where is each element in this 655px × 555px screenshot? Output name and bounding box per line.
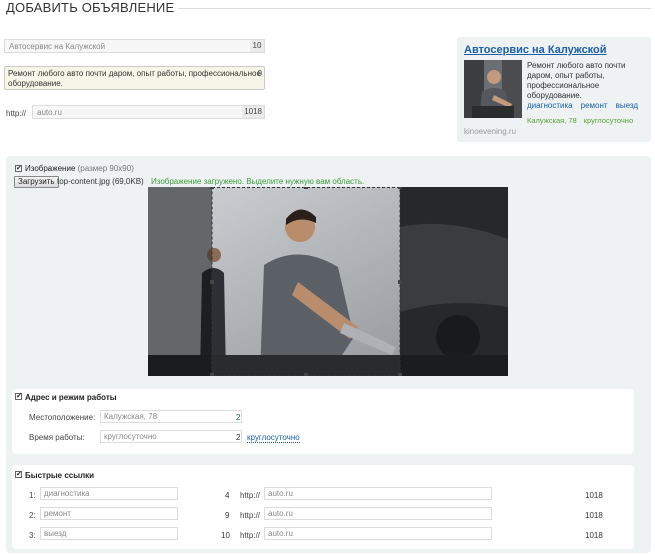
quick-links-label-text: Быстрые ссылки: [25, 471, 95, 480]
hours-input[interactable]: круглосуточно: [100, 430, 242, 443]
crop-image-area[interactable]: [148, 187, 508, 376]
location-input[interactable]: Калужская, 78: [100, 410, 242, 423]
image-checkbox[interactable]: ✔: [15, 165, 22, 172]
quick-link-index: 3:: [29, 531, 36, 540]
ad-description-input[interactable]: Ремонт любого авто почти даром, опыт раб…: [4, 66, 265, 90]
location-label: Местоположение:: [29, 413, 96, 422]
preview-quick-links: диагностика ремонт выезд: [527, 101, 646, 110]
upload-status-message: Изображение загружено. Выделите нужную в…: [151, 177, 365, 186]
check-icon: ✔: [16, 393, 22, 400]
ad-title-input[interactable]: Автосервис на Калужской 10: [4, 39, 265, 53]
preview-link-2[interactable]: ремонт: [581, 101, 608, 110]
image-section-label: Изображение (размер 90x90): [25, 164, 134, 173]
hours-label: Время работы:: [29, 433, 85, 442]
uploaded-file-name: top-content.jpg (69,0KB): [57, 177, 144, 186]
url-counter: 1018: [242, 106, 264, 118]
ad-title-counter: 10: [250, 40, 264, 52]
preview-title-link[interactable]: Автосервис на Калужской: [464, 44, 607, 56]
quick-link-url-counter: 1018: [585, 531, 603, 540]
image-label-text: Изображение: [25, 164, 76, 173]
quick-link-http-label: http://: [240, 491, 261, 500]
page-title: ДОБАВИТЬ ОБЪЯВЛЕНИЕ: [6, 0, 175, 15]
quick-link-counter: 4: [225, 491, 230, 500]
hours-value: круглосуточно: [104, 432, 157, 441]
quick-link-url: auto.ru: [268, 529, 293, 538]
preview-thumbnail: [464, 60, 522, 118]
quick-link-url: auto.ru: [268, 509, 293, 518]
quick-links-section-label: Быстрые ссылки: [25, 471, 94, 480]
address-checkbox[interactable]: ✔: [15, 393, 22, 400]
preview-address: Калужская, 78: [527, 116, 577, 125]
upload-button[interactable]: Загрузить: [14, 176, 59, 188]
quick-link-text: диагностика: [44, 489, 90, 498]
quick-link-text-input[interactable]: диагностика: [40, 487, 178, 500]
mechanic-photo: [148, 187, 508, 376]
title-divider: [178, 8, 651, 9]
hours-counter: 2: [236, 433, 241, 442]
hours-preset-link[interactable]: круглосуточно: [247, 433, 300, 443]
image-size-hint: (размер 90x90): [77, 164, 134, 173]
quick-link-text: ремонт: [44, 509, 71, 518]
quick-link-index: 2:: [29, 511, 36, 520]
address-label-text: Адрес и режим работы: [25, 393, 117, 402]
location-value: Калужская, 78: [104, 412, 158, 421]
preview-domain: kinoevening.ru: [464, 127, 517, 136]
preview-photo-icon: [464, 60, 522, 118]
url-value: auto.ru: [37, 108, 62, 117]
quick-link-counter: 9: [225, 511, 230, 520]
quick-link-index: 1:: [29, 491, 36, 500]
preview-hours: круглосуточно: [583, 116, 634, 125]
quick-link-url-input[interactable]: auto.ru: [264, 487, 492, 500]
location-counter: 2: [236, 413, 241, 422]
quick-link-text: выезд: [44, 529, 67, 538]
quick-links-checkbox[interactable]: ✔: [15, 471, 22, 478]
quick-link-http-label: http://: [240, 511, 261, 520]
quick-link-url-input[interactable]: auto.ru: [264, 507, 492, 520]
preview-link-3[interactable]: выезд: [616, 101, 638, 110]
url-prefix-label: http://: [6, 109, 27, 118]
quick-link-url-input[interactable]: auto.ru: [264, 527, 492, 540]
quick-link-url-counter: 1018: [585, 511, 603, 520]
quick-link-http-label: http://: [240, 531, 261, 540]
check-icon: ✔: [16, 165, 22, 172]
quick-link-url: auto.ru: [268, 489, 293, 498]
preview-description: Ремонт любого авто почти даром, опыт раб…: [527, 61, 626, 100]
quick-link-counter: 10: [221, 531, 230, 540]
quick-link-text-input[interactable]: ремонт: [40, 507, 178, 520]
address-section-label: Адрес и режим работы: [25, 393, 117, 402]
ad-title-value: Автосервис на Калужской: [9, 42, 106, 51]
preview-link-1[interactable]: диагностика: [527, 101, 573, 110]
url-input[interactable]: auto.ru 1018: [32, 105, 265, 119]
ad-description-value: Ремонт любого авто почти даром, опыт раб…: [8, 69, 261, 88]
check-icon: ✔: [16, 471, 22, 478]
quick-link-text-input[interactable]: выезд: [40, 527, 178, 540]
ad-description-counter: 0: [257, 69, 262, 78]
quick-link-url-counter: 1018: [585, 491, 603, 500]
preview-meta: Калужская, 78 круглосуточно: [527, 116, 640, 125]
